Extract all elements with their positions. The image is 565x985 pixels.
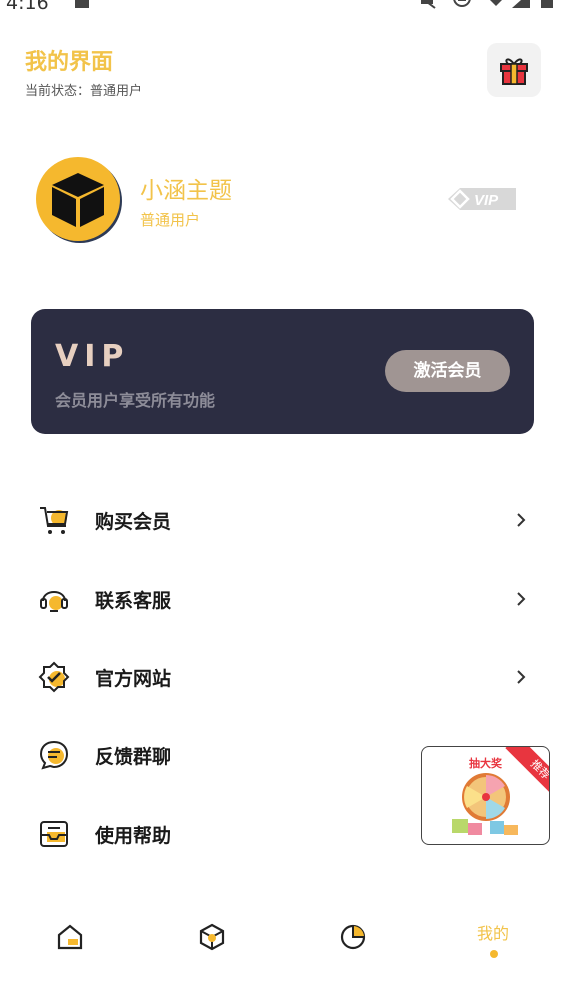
lucky-draw-promo[interactable]: 抽大奖 推荐 [421,746,550,845]
avatar[interactable] [36,157,120,241]
pie-chart-icon [340,924,366,950]
menu-item-contact-support[interactable]: 联系客服 [0,568,565,630]
status-bar: 4:16 [0,0,565,14]
nav-themes[interactable] [162,915,262,965]
prize-wheel-illustration [452,773,518,835]
gift-button[interactable] [487,43,541,97]
home-icon [57,924,83,950]
activate-vip-button[interactable]: 激活会员 [385,350,510,392]
wifi-icon [490,0,502,6]
chevron-right-icon [517,670,526,684]
page-subtitle: 当前状态：普通用户 [25,84,143,99]
nav-mine[interactable]: 我的 [444,915,544,965]
inbox-help-icon [40,821,68,847]
customer-service-icon [40,591,68,612]
menu-item-official-website[interactable]: 官方网站 [0,646,565,708]
vip-card: VIP 会员用户享受所有功能 激活会员 [31,309,534,434]
active-indicator-dot [490,950,498,958]
menu-item-label: 官方网站 [95,668,172,690]
vip-card-title: VIP [55,339,130,374]
chevron-right-icon [517,592,526,606]
profile-level: 普通用户 [140,211,201,229]
menu-item-label: 反馈群聊 [95,746,172,768]
gift-icon [500,58,528,85]
nav-mine-label: 我的 [477,924,510,943]
badge-check-icon [38,661,70,693]
menu-item-buy-vip[interactable]: 购买会员 [0,489,565,551]
cube-icon [199,923,225,951]
profile-name: 小涵主题 [140,178,232,204]
cart-icon [40,507,69,534]
vip-card-description: 会员用户享受所有功能 [55,391,216,410]
page-title: 我的界面 [25,50,114,75]
nav-home[interactable] [20,915,120,965]
menu-item-label: 联系客服 [95,590,172,612]
chevron-right-icon [517,513,526,527]
image-icon [75,0,89,8]
bell-off-icon [421,0,436,9]
nav-stats[interactable] [303,915,403,965]
status-time: 4:16 [6,0,49,14]
chat-bubble-icon [39,740,69,770]
menu-item-label: 使用帮助 [95,825,172,847]
menu-item-label: 购买会员 [95,511,172,533]
cube-avatar-icon [52,173,104,227]
battery-icon [541,0,553,8]
vip-badge: VIP [448,188,516,210]
signal-icon [512,0,530,8]
do-not-disturb-icon [453,0,471,7]
vip-badge-text: VIP [474,192,499,209]
